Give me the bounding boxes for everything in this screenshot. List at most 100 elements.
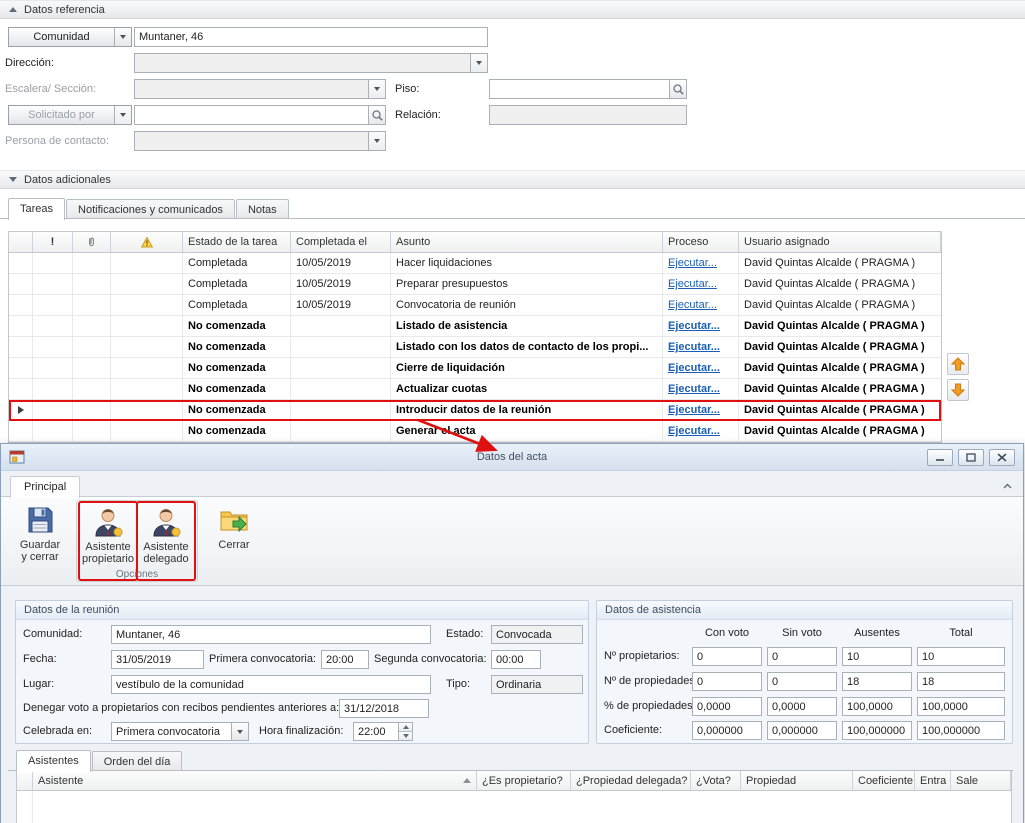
chevron-down-icon[interactable] — [114, 28, 131, 46]
reunion-tipo-input: Ordinaria — [491, 675, 583, 694]
vota-column-header[interactable]: ¿Vota? — [691, 771, 741, 791]
ribbon-collapse-chevron-icon[interactable] — [1002, 481, 1013, 493]
datos-adicionales-title: Datos adicionales — [24, 174, 111, 186]
tab-notas[interactable]: Notas — [236, 199, 289, 219]
n-propietarios-total[interactable]: 10 — [917, 647, 1005, 666]
task-row-selected[interactable]: No comenzada Introducir datos de la reun… — [9, 400, 941, 421]
reunion-comunidad-input[interactable]: Muntaner, 46 — [111, 625, 431, 644]
reunion-lugar-input[interactable]: vestíbulo de la comunidad — [111, 675, 431, 694]
task-row[interactable]: No comenzada Cierre de liquidación Ejecu… — [9, 358, 941, 379]
time-spinner[interactable] — [398, 723, 412, 740]
n-propiedades-total[interactable]: 18 — [917, 672, 1005, 691]
guardar-y-cerrar-button[interactable]: Guardar y cerrar — [11, 500, 69, 578]
entra-column-header[interactable]: Entra — [915, 771, 951, 791]
tab-orden-del-dia[interactable]: Orden del día — [92, 751, 183, 771]
move-up-button[interactable] — [947, 353, 969, 375]
sale-column-header[interactable]: Sale — [951, 771, 1011, 791]
task-row[interactable]: No comenzada Generar el acta Ejecutar...… — [9, 421, 941, 442]
comunidad-input[interactable]: Muntaner, 46 — [134, 27, 488, 47]
ejecutar-link[interactable]: Ejecutar... — [668, 299, 717, 311]
piso-input[interactable] — [489, 79, 687, 99]
comunidad-selector-button[interactable]: Comunidad — [8, 27, 132, 47]
asistente-column-header[interactable]: Asistente — [33, 771, 477, 791]
n-propietarios-ausentes[interactable]: 10 — [842, 647, 912, 666]
tab-notificaciones[interactable]: Notificaciones y comunicados — [66, 199, 235, 219]
priority-column-header[interactable]: ! — [33, 232, 73, 253]
task-row[interactable]: Completada 10/05/2019 Convocatoria de re… — [9, 295, 941, 316]
pct-propiedades-con-voto[interactable]: 0,0000 — [692, 697, 762, 716]
es-propietario-column-header[interactable]: ¿Es propietario? — [477, 771, 571, 791]
pct-propiedades-sin-voto[interactable]: 0,0000 — [767, 697, 837, 716]
propiedad-delegada-column-header[interactable]: ¿Propiedad delegada? — [571, 771, 691, 791]
propiedad-column-header[interactable]: Propiedad — [741, 771, 853, 791]
datos-referencia-panel-header[interactable]: Datos referencia — [0, 0, 1025, 19]
solicitado-por-input[interactable] — [134, 105, 386, 125]
pct-propiedades-total[interactable]: 100,0000 — [917, 697, 1005, 716]
usuario-column-header[interactable]: Usuario asignado — [739, 232, 941, 253]
datos-adicionales-panel-header[interactable]: Datos adicionales — [0, 170, 1025, 189]
dialog-titlebar[interactable]: Datos del acta — [1, 444, 1023, 471]
ejecutar-link[interactable]: Ejecutar... — [668, 362, 720, 374]
spinner-down-icon[interactable] — [399, 731, 412, 740]
paperclip-icon[interactable] — [73, 232, 111, 253]
task-usuario: David Quintas Alcalde ( PRAGMA ) — [739, 253, 941, 274]
coeficiente-column-header[interactable]: Coeficiente — [853, 771, 915, 791]
asunto-column-header[interactable]: Asunto — [391, 232, 663, 253]
task-row[interactable]: Completada 10/05/2019 Hacer liquidacione… — [9, 253, 941, 274]
denegar-voto-fecha-input[interactable]: 31/12/2018 — [339, 699, 429, 718]
hora-finalizacion-input[interactable]: 22:00 — [353, 722, 413, 741]
warning-icon[interactable] — [111, 232, 183, 253]
coeficiente-con-voto[interactable]: 0,000000 — [692, 721, 762, 740]
celebrada-en-combo[interactable]: Primera convocatoria — [111, 722, 249, 741]
asistentes-grid-empty-body[interactable] — [17, 791, 1011, 823]
completada-column-header[interactable]: Completada el — [291, 232, 391, 253]
maximize-button[interactable] — [958, 449, 984, 466]
ejecutar-link[interactable]: Ejecutar... — [668, 341, 720, 353]
task-row[interactable]: Completada 10/05/2019 Preparar presupues… — [9, 274, 941, 295]
tab-asistentes[interactable]: Asistentes — [16, 750, 91, 772]
n-propiedades-ausentes[interactable]: 18 — [842, 672, 912, 691]
n-propiedades-sin-voto[interactable]: 0 — [767, 672, 837, 691]
ejecutar-link[interactable]: Ejecutar... — [668, 278, 717, 290]
denegar-voto-label: Denegar voto a propietarios con recibos … — [23, 699, 339, 718]
tab-tareas[interactable]: Tareas — [8, 198, 65, 220]
ribbon-tab-principal[interactable]: Principal — [10, 476, 80, 498]
ejecutar-link[interactable]: Ejecutar... — [668, 404, 720, 416]
coeficiente-sin-voto[interactable]: 0,000000 — [767, 721, 837, 740]
magnifier-icon[interactable] — [368, 106, 385, 124]
reunion-fecha-input[interactable]: 31/05/2019 — [111, 650, 204, 669]
n-propietarios-con-voto[interactable]: 0 — [692, 647, 762, 666]
task-row[interactable]: No comenzada Listado con los datos de co… — [9, 337, 941, 358]
chevron-down-icon[interactable] — [231, 723, 248, 740]
proceso-column-header[interactable]: Proceso — [663, 232, 739, 253]
magnifier-icon[interactable] — [669, 80, 686, 98]
datos-del-acta-dialog: Datos del acta Principal — [0, 443, 1024, 823]
segunda-convocatoria-input[interactable]: 00:00 — [491, 650, 541, 669]
ejecutar-link[interactable]: Ejecutar... — [668, 320, 720, 332]
spinner-up-icon[interactable] — [399, 723, 412, 731]
coeficiente-total[interactable]: 100,000000 — [917, 721, 1005, 740]
close-button[interactable] — [989, 449, 1015, 466]
minimize-button[interactable] — [927, 449, 953, 466]
relacion-label: Relación: — [395, 105, 441, 125]
ejecutar-link[interactable]: Ejecutar... — [668, 383, 720, 395]
opciones-group: Asistente propietario As — [76, 500, 198, 582]
estado-column-header[interactable]: Estado de la tarea — [183, 232, 291, 253]
task-estado: Completada — [183, 274, 291, 295]
task-fecha — [291, 400, 391, 421]
cerrar-button[interactable]: Cerrar — [205, 500, 263, 578]
chevron-down-icon — [470, 54, 487, 72]
n-propiedades-con-voto[interactable]: 0 — [692, 672, 762, 691]
task-row[interactable]: No comenzada Actualizar cuotas Ejecutar.… — [9, 379, 941, 400]
task-fecha: 10/05/2019 — [291, 253, 391, 274]
pct-propiedades-ausentes[interactable]: 100,0000 — [842, 697, 912, 716]
ejecutar-link[interactable]: Ejecutar... — [668, 425, 720, 437]
n-propietarios-sin-voto[interactable]: 0 — [767, 647, 837, 666]
move-down-button[interactable] — [947, 379, 969, 401]
coeficiente-ausentes[interactable]: 100,000000 — [842, 721, 912, 740]
reunion-comunidad-label: Comunidad: — [23, 625, 82, 644]
primera-convocatoria-input[interactable]: 20:00 — [321, 650, 369, 669]
task-row[interactable]: No comenzada Listado de asistencia Ejecu… — [9, 316, 941, 337]
ejecutar-link[interactable]: Ejecutar... — [668, 257, 717, 269]
sort-ascending-icon — [463, 778, 471, 783]
